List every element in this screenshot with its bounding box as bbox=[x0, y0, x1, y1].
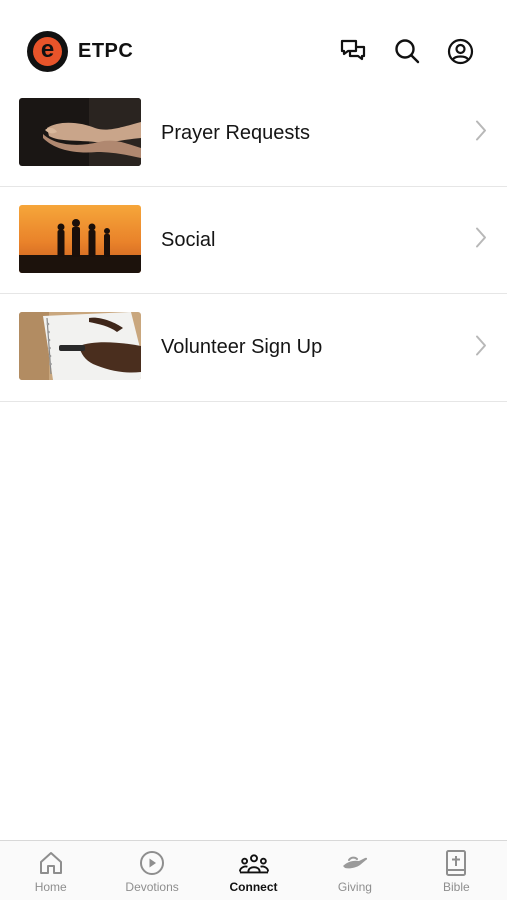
church-logo-icon: e bbox=[27, 31, 68, 72]
tab-giving[interactable]: Giving bbox=[304, 841, 405, 900]
tab-label: Connect bbox=[229, 880, 278, 894]
search-icon[interactable] bbox=[393, 37, 421, 65]
notebook-writing-image bbox=[19, 312, 141, 380]
brand[interactable]: e ETPC bbox=[27, 31, 133, 72]
tab-devotions[interactable]: Devotions bbox=[101, 841, 202, 900]
sunset-silhouettes-image bbox=[19, 205, 141, 273]
chevron-right-icon bbox=[475, 227, 487, 254]
bible-icon bbox=[441, 849, 471, 877]
hand-icon bbox=[340, 849, 370, 877]
list-item-label: Prayer Requests bbox=[161, 121, 310, 144]
list-item-prayer-requests[interactable]: Prayer Requests bbox=[0, 80, 507, 187]
tab-bible[interactable]: Bible bbox=[406, 841, 507, 900]
home-icon bbox=[36, 849, 66, 877]
tab-bar: Home Devotions Connect Giving Bible bbox=[0, 840, 507, 900]
chat-icon[interactable] bbox=[339, 37, 367, 65]
list-item-label: Social bbox=[161, 228, 216, 251]
profile-icon[interactable] bbox=[446, 37, 474, 65]
tab-label: Giving bbox=[337, 880, 372, 894]
list-item-volunteer-sign-up[interactable]: Volunteer Sign Up bbox=[0, 294, 507, 402]
tab-label: Home bbox=[34, 880, 67, 894]
tab-home[interactable]: Home bbox=[0, 841, 101, 900]
people-icon bbox=[238, 849, 269, 877]
app-screen: e ETPC Prayer Requests Social Volunteer … bbox=[0, 0, 507, 900]
tab-label: Bible bbox=[442, 880, 470, 894]
play-circle-icon bbox=[137, 849, 167, 877]
list-item-social[interactable]: Social bbox=[0, 187, 507, 294]
tab-connect[interactable]: Connect bbox=[203, 841, 304, 900]
list-item-label: Volunteer Sign Up bbox=[161, 336, 323, 358]
logo-letter: e bbox=[40, 36, 55, 63]
brand-name: ETPC bbox=[78, 40, 134, 62]
praying-hands-image bbox=[19, 98, 141, 166]
chevron-right-icon bbox=[475, 120, 487, 147]
connect-list: Prayer Requests Social Volunteer Sign Up bbox=[0, 80, 507, 402]
tab-label: Devotions bbox=[125, 880, 179, 894]
chevron-right-icon bbox=[475, 334, 487, 361]
